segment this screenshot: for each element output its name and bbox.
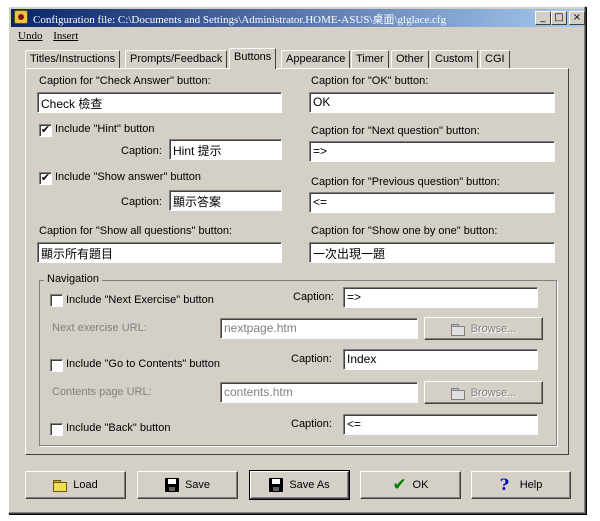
tab-appearance[interactable]: Appearance xyxy=(281,50,351,68)
load-label: Load xyxy=(73,479,98,491)
question-mark-icon: ? xyxy=(499,475,510,494)
ok-label: OK xyxy=(412,479,429,491)
ok-button[interactable]: ✔ OK xyxy=(360,471,461,499)
close-button[interactable]: × xyxy=(569,11,585,25)
save-as-label: Save As xyxy=(289,479,330,491)
load-button[interactable]: Load xyxy=(25,471,126,499)
title-bar[interactable]: Configuration file: C:\Documents and Set… xyxy=(11,9,585,27)
menu-insert-label: Insert xyxy=(53,30,79,42)
window-title: Configuration file: C:\Documents and Set… xyxy=(33,14,447,26)
tab-prompts-feedback[interactable]: Prompts/Feedback xyxy=(125,50,228,68)
tab-titles-instructions[interactable]: Titles/Instructions xyxy=(25,50,121,68)
floppy-disk-icon xyxy=(164,478,179,492)
help-button[interactable]: ? Help xyxy=(471,471,571,499)
tab-buttons[interactable]: Buttons xyxy=(229,48,277,69)
tab-custom[interactable]: Custom xyxy=(430,50,478,68)
save-label: Save xyxy=(184,479,211,491)
save-button[interactable]: Save xyxy=(137,471,238,499)
minimize-button[interactable]: _ xyxy=(535,11,551,25)
menu-insert[interactable]: Insert xyxy=(49,28,82,44)
help-label: Help xyxy=(519,479,543,491)
save-as-button[interactable]: Save As xyxy=(249,470,350,500)
menu-undo-label: Undo xyxy=(18,30,43,42)
maximize-button[interactable]: □ xyxy=(551,11,567,25)
tab-timer[interactable]: Timer xyxy=(351,50,389,68)
floppy-disk-icon xyxy=(269,478,284,492)
menu-undo[interactable]: Undo xyxy=(14,28,46,44)
tab-other[interactable]: Other xyxy=(391,50,429,68)
menu-bar: Undo Insert xyxy=(14,28,82,46)
checkmark-icon: ✔ xyxy=(392,475,407,494)
folder-icon xyxy=(53,478,68,492)
app-icon xyxy=(14,10,28,24)
tab-cgi[interactable]: CGI xyxy=(480,50,510,68)
tab-panel-buttons xyxy=(25,68,569,455)
